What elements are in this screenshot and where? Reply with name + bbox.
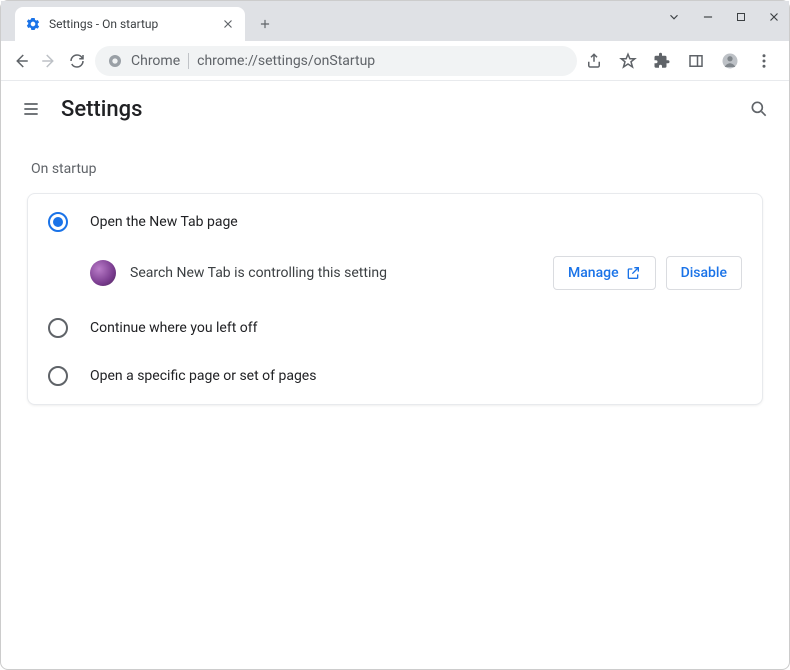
startup-card: Open the New Tab page Search New Tab is …: [27, 193, 763, 405]
option-continue[interactable]: Continue where you left off: [28, 304, 762, 352]
disable-button[interactable]: Disable: [666, 256, 742, 290]
option-label: Open a specific page or set of pages: [90, 368, 316, 384]
close-icon[interactable]: [221, 17, 235, 31]
search-icon[interactable]: [749, 99, 769, 119]
close-window-icon[interactable]: [767, 10, 781, 24]
divider: [188, 53, 189, 69]
section-title: On startup: [31, 161, 763, 177]
hamburger-menu-icon[interactable]: [21, 99, 41, 119]
sidepanel-icon[interactable]: [687, 52, 705, 70]
option-label: Continue where you left off: [90, 320, 258, 336]
new-tab-button[interactable]: [251, 10, 279, 38]
option-label: Open the New Tab page: [90, 214, 238, 230]
kebab-menu-icon[interactable]: [755, 52, 773, 70]
window-controls: [667, 1, 781, 33]
extensions-icon[interactable]: [653, 52, 671, 70]
bookmark-star-icon[interactable]: [619, 52, 637, 70]
manage-button-label: Manage: [568, 265, 619, 281]
manage-button[interactable]: Manage: [553, 256, 656, 290]
url-text: chrome://settings/onStartup: [197, 53, 375, 69]
window-titlebar: Settings - On startup: [1, 1, 789, 41]
option-specific-pages[interactable]: Open a specific page or set of pages: [28, 352, 762, 400]
chrome-icon: [107, 53, 123, 69]
url-scheme-label: Chrome: [131, 53, 180, 69]
open-external-icon: [625, 265, 641, 281]
disable-button-label: Disable: [681, 265, 727, 281]
extension-icon: [90, 260, 116, 286]
extension-notice-row: Search New Tab is controlling this setti…: [28, 246, 762, 304]
share-icon[interactable]: [585, 52, 603, 70]
address-bar: Chrome chrome://settings/onStartup: [1, 41, 789, 81]
browser-tab[interactable]: Settings - On startup: [15, 7, 245, 41]
omnibox[interactable]: Chrome chrome://settings/onStartup: [95, 46, 577, 76]
radio-icon[interactable]: [48, 212, 68, 232]
reload-button[interactable]: [67, 51, 87, 71]
option-new-tab[interactable]: Open the New Tab page: [28, 198, 762, 246]
extension-notice-text: Search New Tab is controlling this setti…: [130, 265, 539, 281]
maximize-icon[interactable]: [735, 11, 747, 23]
minimize-icon[interactable]: [701, 10, 715, 24]
page-title: Settings: [61, 97, 142, 122]
radio-icon[interactable]: [48, 366, 68, 386]
tab-title: Settings - On startup: [49, 17, 213, 31]
settings-header: Settings: [1, 81, 789, 137]
settings-content: On startup Open the New Tab page Search …: [1, 137, 789, 425]
chevron-down-icon[interactable]: [667, 10, 681, 24]
profile-icon[interactable]: [721, 52, 739, 70]
gear-icon: [25, 16, 41, 32]
forward-button[interactable]: [39, 51, 59, 71]
back-button[interactable]: [11, 51, 31, 71]
radio-icon[interactable]: [48, 318, 68, 338]
